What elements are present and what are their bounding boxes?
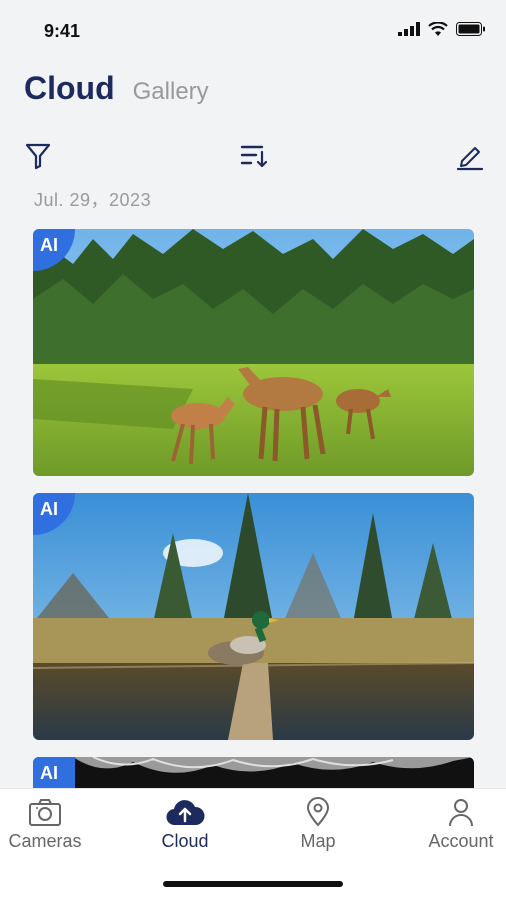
signal-icon <box>398 22 420 36</box>
toolbar <box>0 138 506 178</box>
tab-cameras[interactable]: Cameras <box>0 797 100 857</box>
status-time: 9:41 <box>44 21 81 41</box>
wifi-icon <box>428 22 448 36</box>
night-photo <box>33 757 474 788</box>
tab-map[interactable]: Map <box>263 797 373 857</box>
ai-badge-label: AI <box>40 763 58 783</box>
deer-photo <box>33 229 474 476</box>
edit-icon <box>456 147 484 171</box>
filter-icon <box>25 143 51 170</box>
cloud-upload-icon <box>166 800 205 826</box>
photo-card[interactable]: AI <box>33 229 474 476</box>
map-pin-icon <box>306 797 330 827</box>
ai-badge: AI <box>33 757 75 788</box>
home-indicator <box>163 881 343 887</box>
status-icons <box>398 22 486 36</box>
filter-button[interactable] <box>22 138 54 174</box>
sort-button[interactable] <box>238 138 270 174</box>
tab-cloud-nav[interactable]: Cloud <box>130 797 240 857</box>
tab-cameras-label: Cameras <box>8 831 82 851</box>
user-icon <box>449 799 473 827</box>
ai-badge-label: AI <box>40 235 58 255</box>
tab-account-label: Account <box>428 831 494 851</box>
tab-cloud[interactable]: Cloud <box>24 70 115 107</box>
camera-icon <box>29 799 61 826</box>
tab-account[interactable]: Account <box>406 797 506 857</box>
battery-icon <box>456 22 485 36</box>
duck-photo <box>33 493 474 740</box>
photo-card[interactable]: AI <box>33 757 474 788</box>
status-bar: 9:41 <box>0 0 506 62</box>
ai-badge: AI <box>33 229 75 271</box>
ai-badge-label: AI <box>40 499 58 519</box>
header-tabs: Cloud Gallery <box>24 70 209 107</box>
date-header: Jul. 29，2023 <box>34 190 152 210</box>
edit-button[interactable] <box>454 138 486 174</box>
photo-card[interactable]: AI <box>33 493 474 740</box>
sort-icon <box>240 145 268 168</box>
tab-map-label: Map <box>300 831 336 851</box>
ai-badge: AI <box>33 493 75 535</box>
tab-gallery[interactable]: Gallery <box>133 78 209 106</box>
tab-cloud-label: Cloud <box>161 831 209 851</box>
